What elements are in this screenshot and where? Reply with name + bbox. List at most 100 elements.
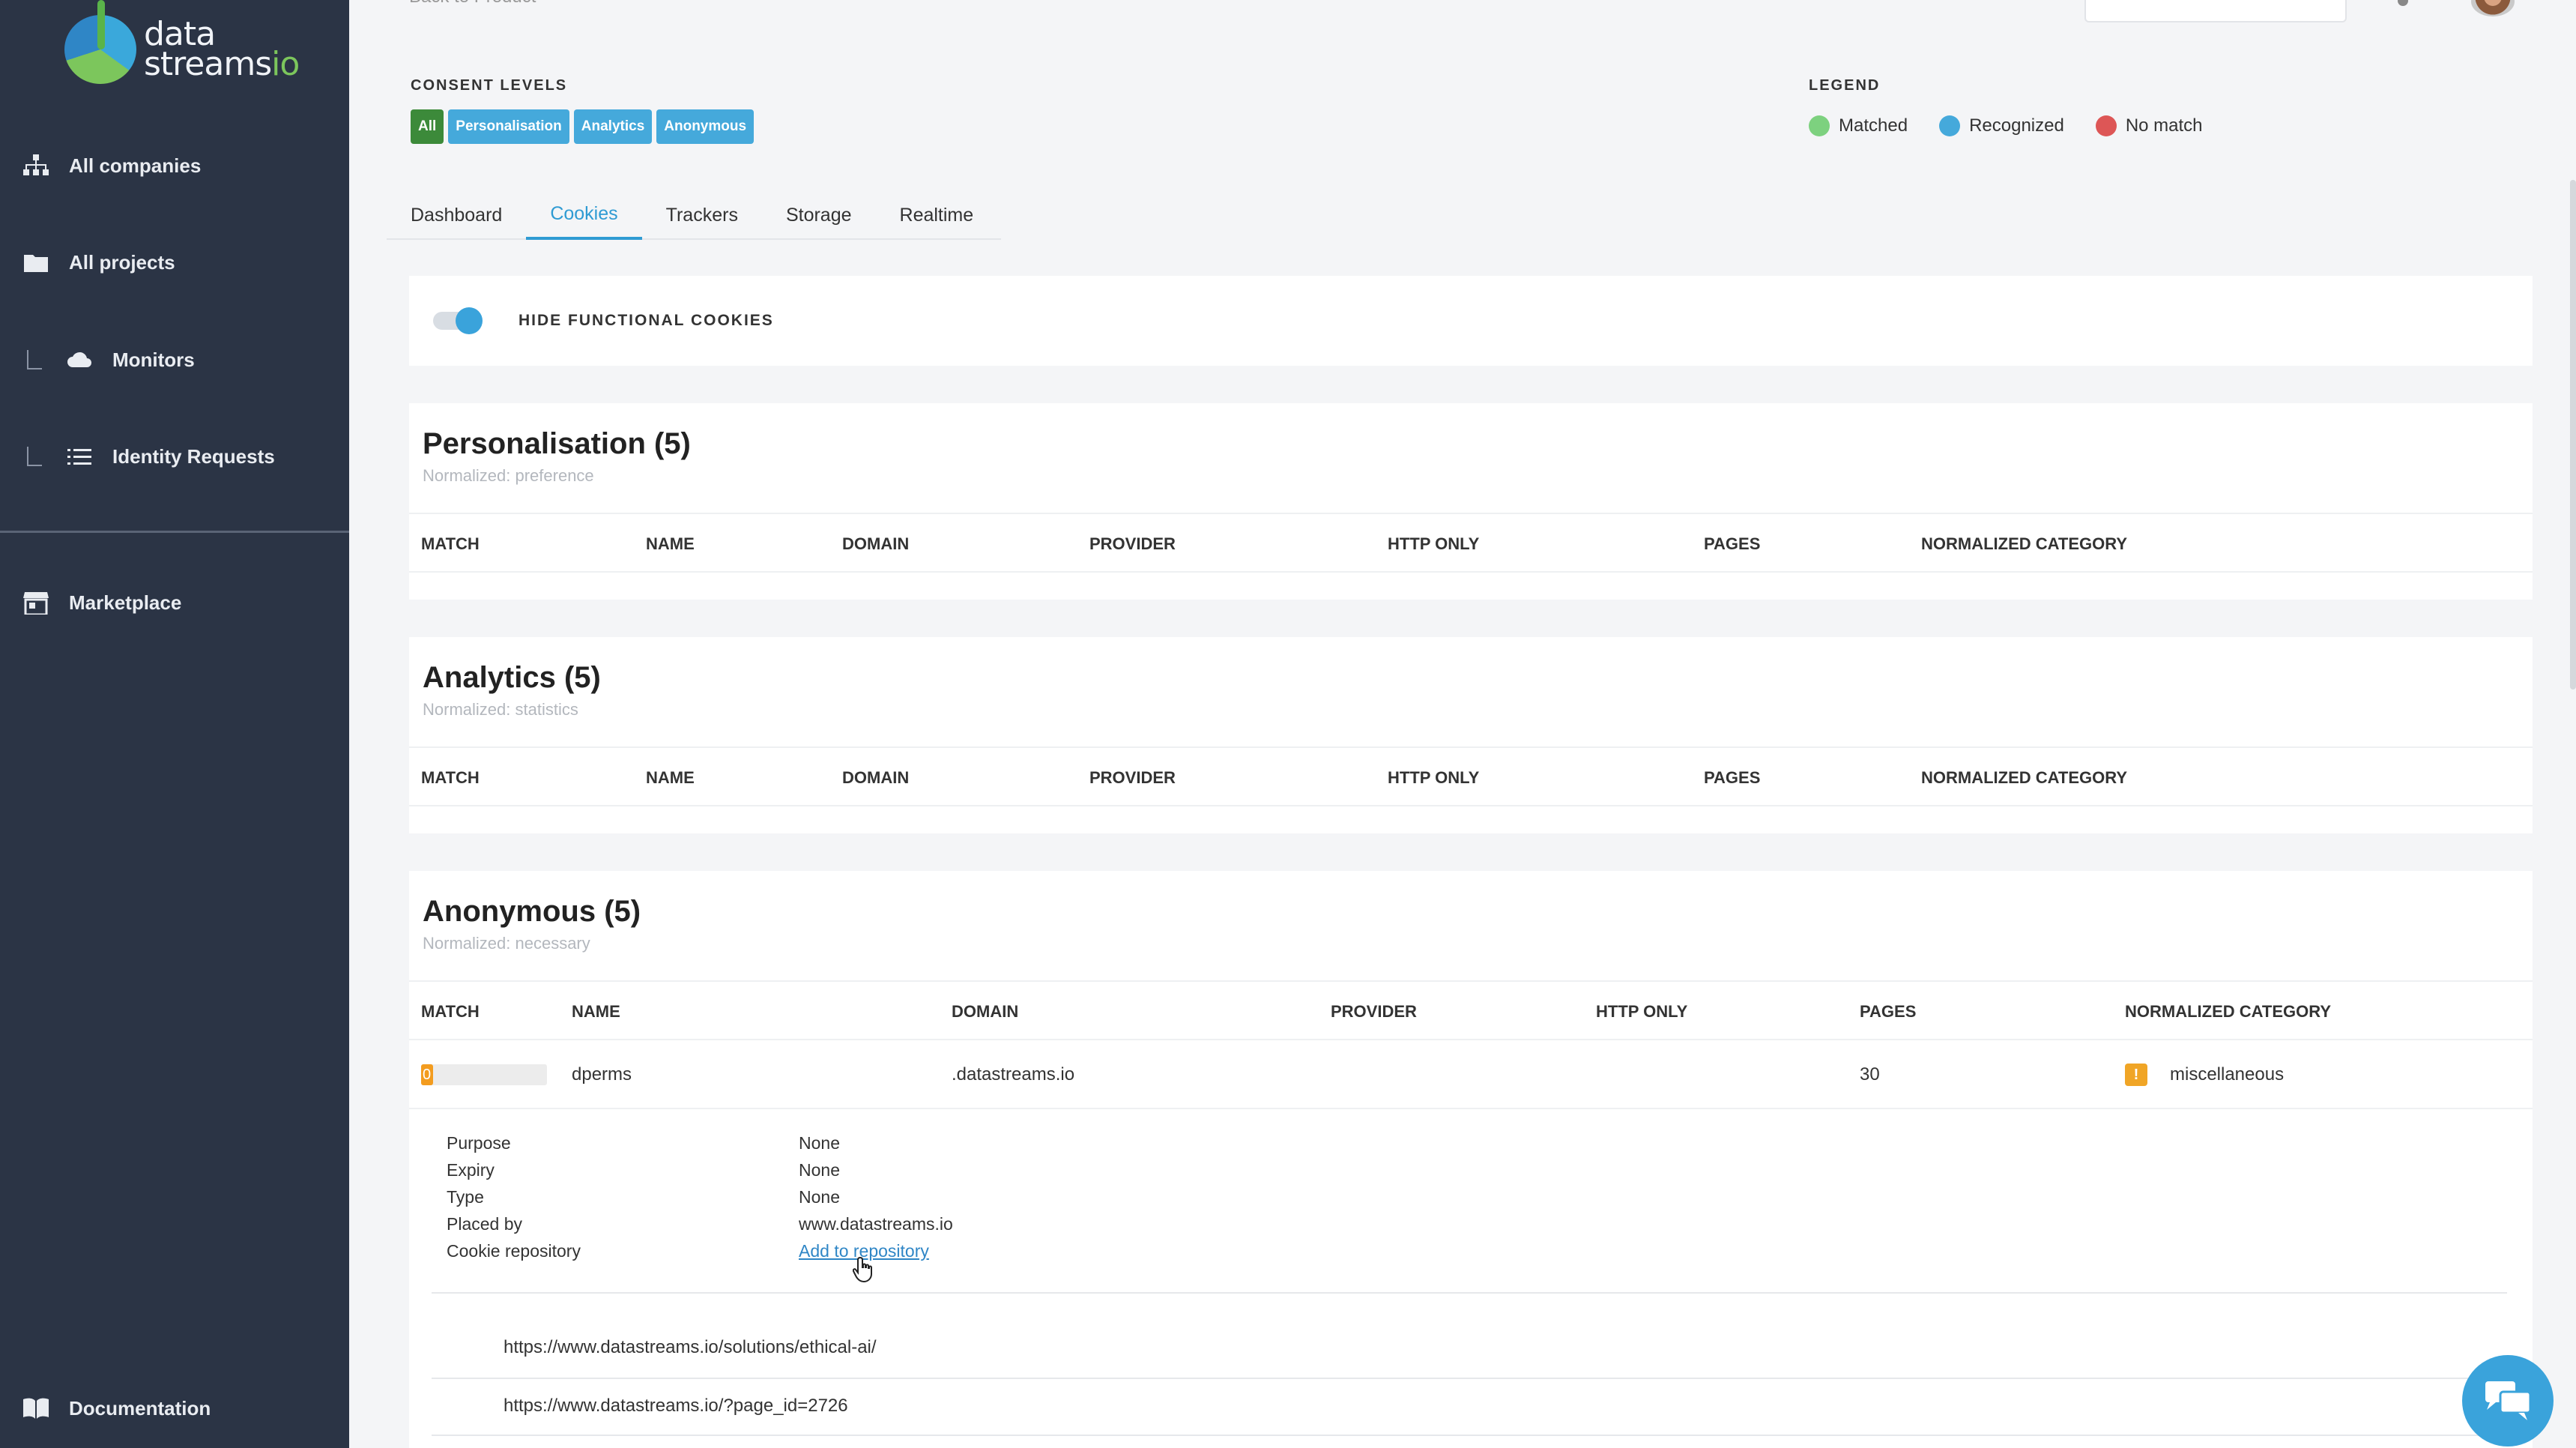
back-link[interactable]: Back to Product	[409, 0, 536, 7]
detail-placed-by-label: Placed by	[447, 1214, 523, 1234]
logo-stem	[97, 0, 105, 49]
consent-levels-title: CONSENT LEVELS	[411, 77, 568, 94]
col-provider[interactable]: PROVIDER	[1089, 748, 1176, 808]
col-domain[interactable]: DOMAIN	[952, 982, 1018, 1042]
store-icon	[21, 588, 51, 618]
legend-item-recognized: Recognized	[1939, 115, 2064, 136]
hide-functional-cookies-toggle[interactable]	[433, 307, 483, 334]
col-name[interactable]: NAME	[572, 982, 620, 1042]
consent-chip-personalisation[interactable]: Personalisation	[448, 109, 569, 144]
detail-purpose-label: Purpose	[447, 1133, 511, 1153]
datastreams-logo[interactable]: data streamsio	[64, 0, 300, 90]
match-bar: 0	[421, 1064, 547, 1085]
detail-purpose-value: None	[799, 1133, 840, 1153]
category-value: miscellaneous	[2170, 1064, 2285, 1085]
col-normalized-category[interactable]: NORMALIZED CATEGORY	[2125, 982, 2331, 1042]
sidebar-item-all-projects[interactable]: All projects	[0, 232, 349, 292]
tab-trackers[interactable]: Trackers	[642, 190, 762, 240]
notification-icon[interactable]	[2398, 0, 2408, 6]
normalized-category-cell: ! miscellaneous	[2125, 1040, 2284, 1109]
col-match[interactable]: MATCH	[421, 514, 480, 574]
category-card-analytics: Analytics (5) Normalized: statistics MAT…	[409, 637, 2533, 833]
col-pages[interactable]: PAGES	[1860, 982, 1916, 1042]
url-separator	[432, 1378, 2507, 1379]
table-header: MATCH NAME DOMAIN PROVIDER HTTP ONLY PAG…	[409, 980, 2533, 1040]
table-header: MATCH NAME DOMAIN PROVIDER HTTP ONLY PAG…	[409, 513, 2533, 573]
detail-expiry-label: Expiry	[447, 1160, 495, 1180]
sidebar-item-identity-requests[interactable]: Identity Requests	[0, 426, 349, 486]
sidebar-item-all-companies[interactable]: All companies	[0, 136, 349, 196]
top-search-input[interactable]	[2084, 0, 2347, 22]
legend-label: No match	[2125, 115, 2203, 136]
sidebar-item-monitors[interactable]: Monitors	[0, 330, 349, 390]
category-title: Analytics (5)	[423, 661, 601, 694]
category-normalized: Normalized: statistics	[423, 700, 578, 719]
legend-item-no-match: No match	[2095, 115, 2203, 136]
detail-cookie-repository-label: Cookie repository	[447, 1241, 581, 1261]
sidebar-item-label: Marketplace	[69, 591, 182, 614]
col-pages[interactable]: PAGES	[1704, 514, 1760, 574]
col-provider[interactable]: PROVIDER	[1089, 514, 1176, 574]
filter-card: HIDE FUNCTIONAL COOKIES	[409, 276, 2533, 366]
detail-type-label: Type	[447, 1187, 484, 1207]
col-match[interactable]: MATCH	[421, 982, 480, 1042]
sidebar: data streamsio All companies All project…	[0, 0, 349, 1448]
col-http-only[interactable]: HTTP ONLY	[1596, 982, 1687, 1042]
url-separator	[432, 1435, 2507, 1436]
col-http-only[interactable]: HTTP ONLY	[1388, 514, 1479, 574]
sidebar-item-label: Identity Requests	[112, 444, 275, 468]
main-content: Back to Product CONSENT LEVELS All Perso…	[349, 0, 2576, 1448]
legend-title: LEGEND	[1809, 77, 1881, 94]
col-normalized-category[interactable]: NORMALIZED CATEGORY	[1921, 514, 2127, 574]
chat-icon	[2485, 1381, 2532, 1420]
sidebar-item-documentation[interactable]: Documentation	[0, 1378, 349, 1438]
match-value: 0	[423, 1067, 432, 1083]
col-pages[interactable]: PAGES	[1704, 748, 1760, 808]
toggle-knob	[456, 307, 483, 334]
consent-level-chips: All Personalisation Analytics Anonymous	[411, 109, 755, 144]
user-avatar[interactable]	[2471, 0, 2515, 16]
tab-cookies[interactable]: Cookies	[526, 190, 642, 240]
col-name[interactable]: NAME	[646, 748, 695, 808]
logo-text-second: streams	[144, 45, 272, 83]
chat-button[interactable]	[2462, 1355, 2554, 1447]
col-domain[interactable]: DOMAIN	[842, 514, 909, 574]
sitemap-icon	[21, 151, 51, 181]
category-card-personalisation: Personalisation (5) Normalized: preferen…	[409, 403, 2533, 600]
tab-dashboard[interactable]: Dashboard	[387, 190, 526, 240]
consent-chip-analytics[interactable]: Analytics	[573, 109, 653, 144]
category-title: Anonymous (5)	[423, 895, 641, 928]
tree-branch	[27, 350, 42, 369]
legend-label: Recognized	[1969, 115, 2064, 136]
sidebar-item-label: All projects	[69, 250, 175, 274]
name-cell: dperms	[572, 1064, 632, 1085]
consent-chip-all[interactable]: All	[411, 109, 444, 144]
col-domain[interactable]: DOMAIN	[842, 748, 909, 808]
tab-bar: Dashboard Cookies Trackers Storage Realt…	[387, 190, 1001, 240]
app-root: data streamsio All companies All project…	[0, 0, 2576, 1448]
consent-chip-anonymous[interactable]: Anonymous	[656, 109, 755, 144]
detail-type-value: None	[799, 1187, 840, 1207]
category-normalized: Normalized: necessary	[423, 934, 590, 953]
tree-branch	[27, 447, 42, 466]
folder-icon	[21, 247, 51, 277]
tab-storage[interactable]: Storage	[762, 190, 876, 240]
pages-cell: 30	[1860, 1064, 1880, 1085]
page-scrollbar[interactable]	[2570, 180, 2576, 690]
legend-item-matched: Matched	[1809, 115, 1908, 136]
sidebar-item-label: Monitors	[112, 348, 195, 371]
page-url[interactable]: https://www.datastreams.io/solutions/eth…	[504, 1337, 877, 1358]
table-row[interactable]: 0 dperms .datastreams.io 30 ! miscellane…	[409, 1040, 2533, 1109]
col-http-only[interactable]: HTTP ONLY	[1388, 748, 1479, 808]
col-name[interactable]: NAME	[646, 514, 695, 574]
category-title: Personalisation (5)	[423, 427, 691, 460]
warning-icon: !	[2125, 1064, 2147, 1086]
tab-realtime[interactable]: Realtime	[876, 190, 998, 240]
sidebar-item-marketplace[interactable]: Marketplace	[0, 573, 349, 633]
col-provider[interactable]: PROVIDER	[1331, 982, 1417, 1042]
legend-label: Matched	[1839, 115, 1908, 136]
col-normalized-category[interactable]: NORMALIZED CATEGORY	[1921, 748, 2127, 808]
legend-dot-recognized	[1939, 115, 1961, 136]
col-match[interactable]: MATCH	[421, 748, 480, 808]
page-url[interactable]: https://www.datastreams.io/?page_id=2726	[504, 1396, 848, 1417]
